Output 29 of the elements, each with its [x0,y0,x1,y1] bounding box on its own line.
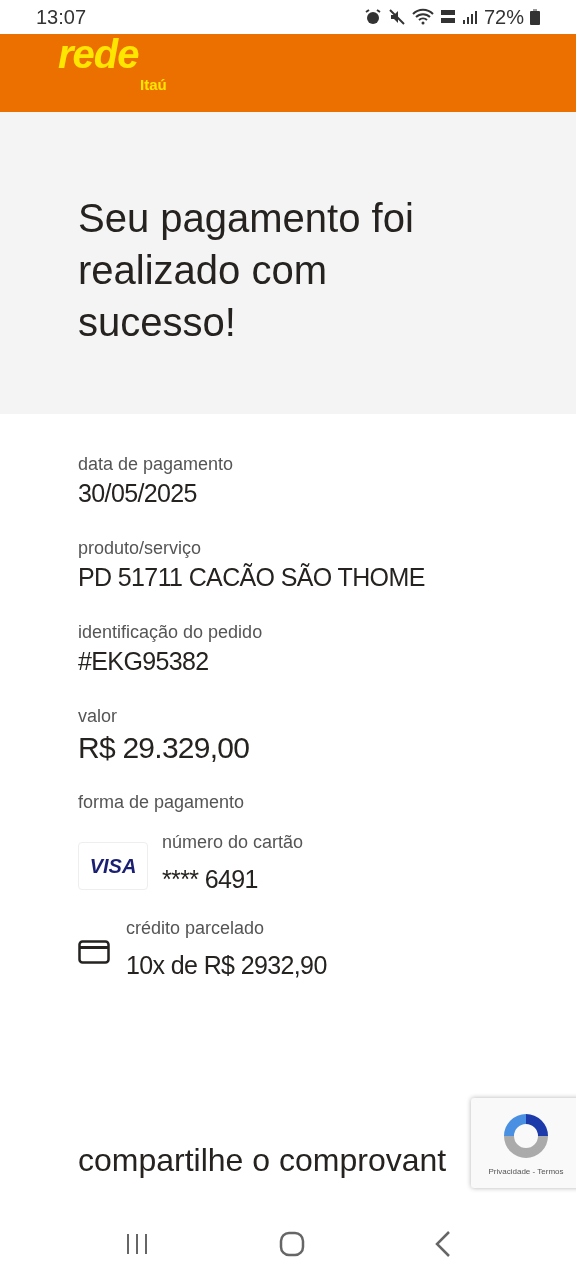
visa-card-logo: VISA [78,842,148,890]
home-icon[interactable] [279,1231,305,1257]
field-value: 30/05/2025 [78,478,198,509]
field-value: PD 51711 CACÃO SÃO THOME [78,562,426,593]
field-label: valor [78,705,118,728]
back-icon[interactable] [435,1231,451,1257]
logo-subtitle: Itaú [140,75,167,95]
field-value: 10x de R$ 2932,90 [126,950,327,981]
signal-icon [461,9,478,25]
field-value: #EKG95382 [78,646,210,677]
field-label: forma de pagamento [78,791,246,814]
status-time: 13:07 [36,5,87,30]
field-label: número do cartão [162,831,304,854]
wifi-icon [411,8,434,26]
field-label: data de pagamento [78,453,235,476]
field-value: R$ 29.329,00 [78,730,251,766]
battery-percent: 72% [483,5,524,30]
field-label: crédito parcelado [126,917,266,940]
mute-icon [387,8,406,26]
recaptcha-links[interactable]: Privacidade - Termos [488,1166,564,1178]
recaptcha-badge[interactable]: Privacidade - Termos [471,1098,576,1188]
field-label: identificação do pedido [78,621,264,644]
field-label: produto/serviço [78,537,203,560]
field-value: **** 6491 [162,864,259,895]
recent-apps-icon[interactable] [125,1233,149,1255]
battery-icon [530,9,540,25]
credit-card-icon [78,940,110,964]
success-title: Seu pagamento foi realizado com sucesso! [78,195,415,346]
alarm-icon [363,8,382,26]
